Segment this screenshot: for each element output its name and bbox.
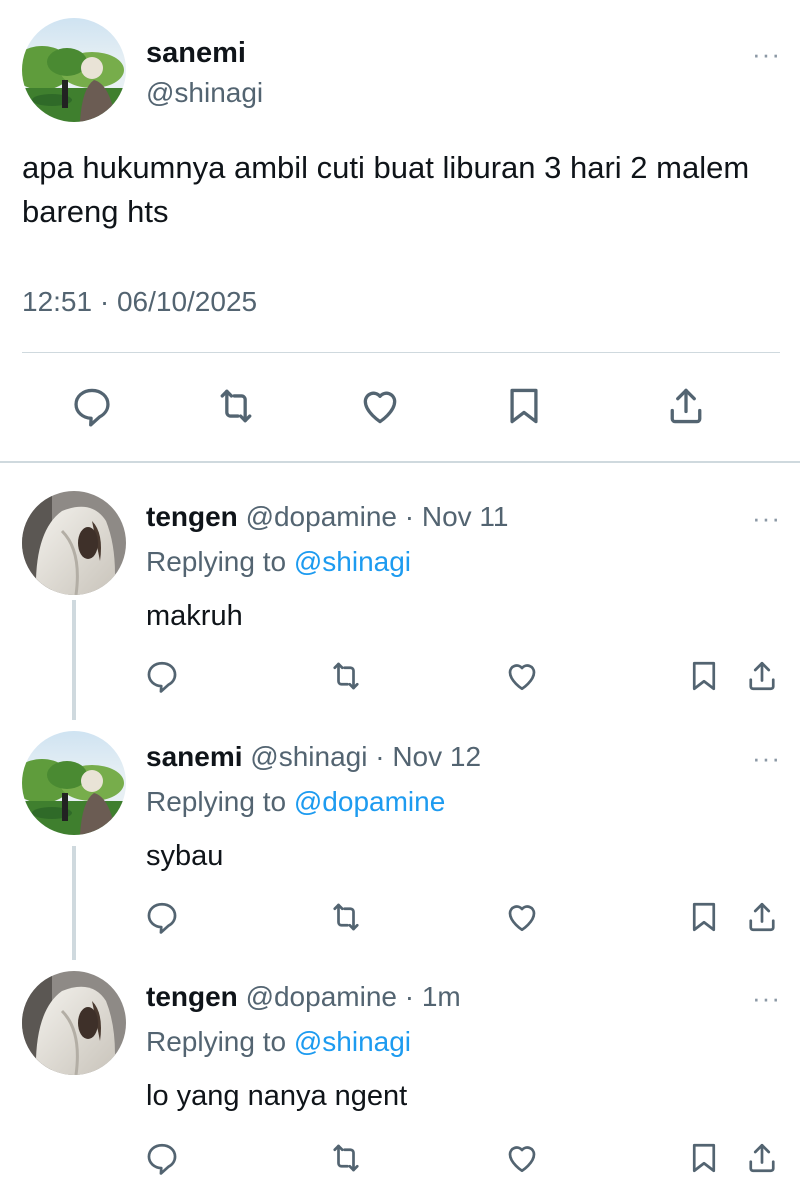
author-name[interactable]: tengen bbox=[146, 501, 238, 532]
replying-to: Replying to @dopamine bbox=[146, 785, 445, 819]
reply-time[interactable]: · Nov 11 bbox=[405, 501, 509, 532]
share-icon[interactable] bbox=[744, 1140, 780, 1176]
reply-time[interactable]: · Nov 12 bbox=[375, 741, 481, 772]
author-name[interactable]: sanemi bbox=[146, 741, 243, 772]
reply-header: tengen @dopamine · Nov 11 bbox=[146, 500, 509, 534]
bookmark-icon[interactable] bbox=[686, 1140, 722, 1176]
thread-line bbox=[72, 846, 76, 960]
more-options-icon[interactable]: ··· bbox=[752, 505, 781, 531]
author-handle[interactable]: @dopamine bbox=[246, 981, 397, 1012]
reply-text: makruh bbox=[146, 600, 243, 632]
bookmark-icon[interactable] bbox=[686, 899, 722, 935]
more-options-icon[interactable]: ··· bbox=[752, 745, 781, 771]
replying-to-link[interactable]: @shinagi bbox=[294, 1026, 411, 1057]
replying-to: Replying to @shinagi bbox=[146, 1025, 411, 1059]
author-handle[interactable]: @shinagi bbox=[250, 741, 367, 772]
tweet-text: apa hukumnya ambil cuti buat liburan 3 h… bbox=[22, 150, 750, 229]
share-icon[interactable] bbox=[664, 384, 708, 428]
divider bbox=[0, 461, 800, 463]
more-options-icon[interactable]: ··· bbox=[752, 985, 781, 1011]
reply-text: lo yang nanya ngent bbox=[146, 1080, 408, 1112]
bookmark-icon[interactable] bbox=[686, 658, 722, 694]
reply-icon[interactable] bbox=[144, 658, 180, 694]
reply-header: sanemi @shinagi · Nov 12 bbox=[146, 740, 481, 774]
share-icon[interactable] bbox=[744, 658, 780, 694]
like-icon[interactable] bbox=[504, 899, 540, 935]
tweet-timestamp[interactable]: 12:51 · 06/10/2025 bbox=[22, 284, 257, 320]
author-name[interactable]: sanemi bbox=[146, 36, 246, 70]
retweet-icon[interactable] bbox=[214, 384, 258, 428]
bookmark-icon[interactable] bbox=[502, 384, 546, 428]
avatar[interactable] bbox=[22, 971, 126, 1075]
replying-to-link[interactable]: @shinagi bbox=[294, 546, 411, 577]
replying-to-label: Replying to bbox=[146, 1026, 287, 1057]
avatar[interactable] bbox=[22, 18, 126, 122]
like-icon[interactable] bbox=[504, 658, 540, 694]
reply-icon[interactable] bbox=[70, 384, 114, 428]
more-options-icon[interactable]: ··· bbox=[752, 41, 781, 67]
retweet-icon[interactable] bbox=[328, 899, 364, 935]
reply-header: tengen @dopamine · 1m bbox=[146, 980, 461, 1014]
reply-time[interactable]: · 1m bbox=[405, 981, 461, 1012]
share-icon[interactable] bbox=[744, 899, 780, 935]
retweet-icon[interactable] bbox=[328, 658, 364, 694]
author-name[interactable]: tengen bbox=[146, 981, 238, 1012]
thread-line bbox=[72, 600, 76, 720]
author-handle[interactable]: @shinagi bbox=[146, 76, 263, 110]
reply-text: sybau bbox=[146, 840, 224, 872]
retweet-icon[interactable] bbox=[328, 1140, 364, 1176]
avatar[interactable] bbox=[22, 491, 126, 595]
like-icon[interactable] bbox=[358, 384, 402, 428]
replying-to: Replying to @shinagi bbox=[146, 545, 411, 579]
replying-to-link[interactable]: @dopamine bbox=[294, 786, 445, 817]
avatar[interactable] bbox=[22, 731, 126, 835]
replying-to-label: Replying to bbox=[146, 546, 287, 577]
divider bbox=[22, 352, 780, 353]
like-icon[interactable] bbox=[504, 1140, 540, 1176]
author-handle[interactable]: @dopamine bbox=[246, 501, 397, 532]
reply-icon[interactable] bbox=[144, 1140, 180, 1176]
replying-to-label: Replying to bbox=[146, 786, 287, 817]
reply-icon[interactable] bbox=[144, 899, 180, 935]
